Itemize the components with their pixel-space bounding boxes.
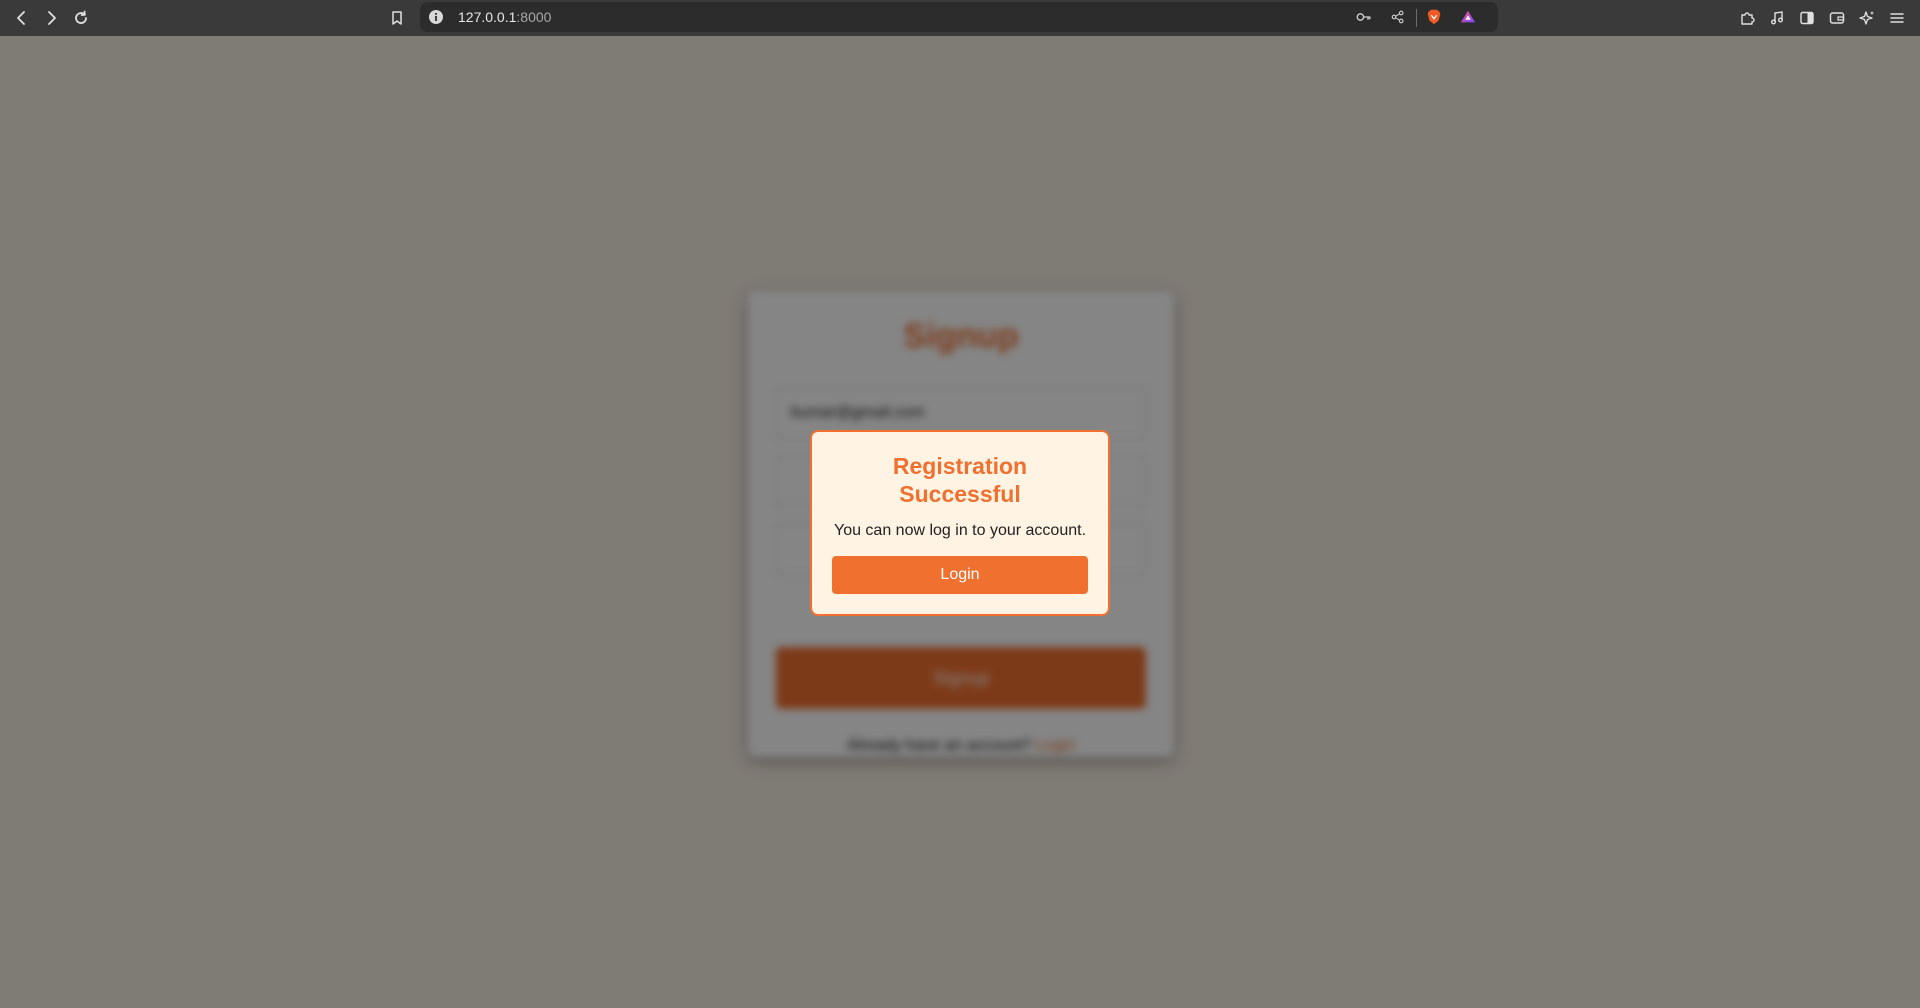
brave-shields-icon[interactable] [1424,7,1444,27]
wallet-icon[interactable] [1823,4,1851,32]
share-icon[interactable] [1388,7,1408,27]
url-host: 127.0.0.1 [458,9,517,25]
login-button[interactable]: Login [832,556,1088,594]
url-text[interactable]: 127.0.0.1:8000 [458,9,551,25]
browser-toolbar: 127.0.0.1:8000 [0,0,1920,36]
brave-rewards-icon[interactable] [1458,7,1478,27]
forward-icon[interactable] [37,4,65,32]
leo-ai-icon[interactable] [1853,4,1881,32]
modal-title: Registration Successful [892,453,1028,507]
url-separator [1416,9,1417,27]
address-bar[interactable]: 127.0.0.1:8000 [420,2,1498,32]
site-info-icon[interactable] [428,9,444,25]
reload-icon[interactable] [67,4,95,32]
registration-success-modal: Registration Successful You can now log … [810,430,1110,616]
sidebar-icon[interactable] [1793,4,1821,32]
url-port: :8000 [516,9,552,25]
extensions-icon[interactable] [1733,4,1761,32]
key-icon[interactable] [1354,7,1374,27]
back-icon[interactable] [8,4,36,32]
media-icon[interactable] [1763,4,1791,32]
modal-message: You can now log in to your account. [833,522,1087,539]
menu-icon[interactable] [1883,4,1911,32]
bookmark-icon[interactable] [383,4,411,32]
